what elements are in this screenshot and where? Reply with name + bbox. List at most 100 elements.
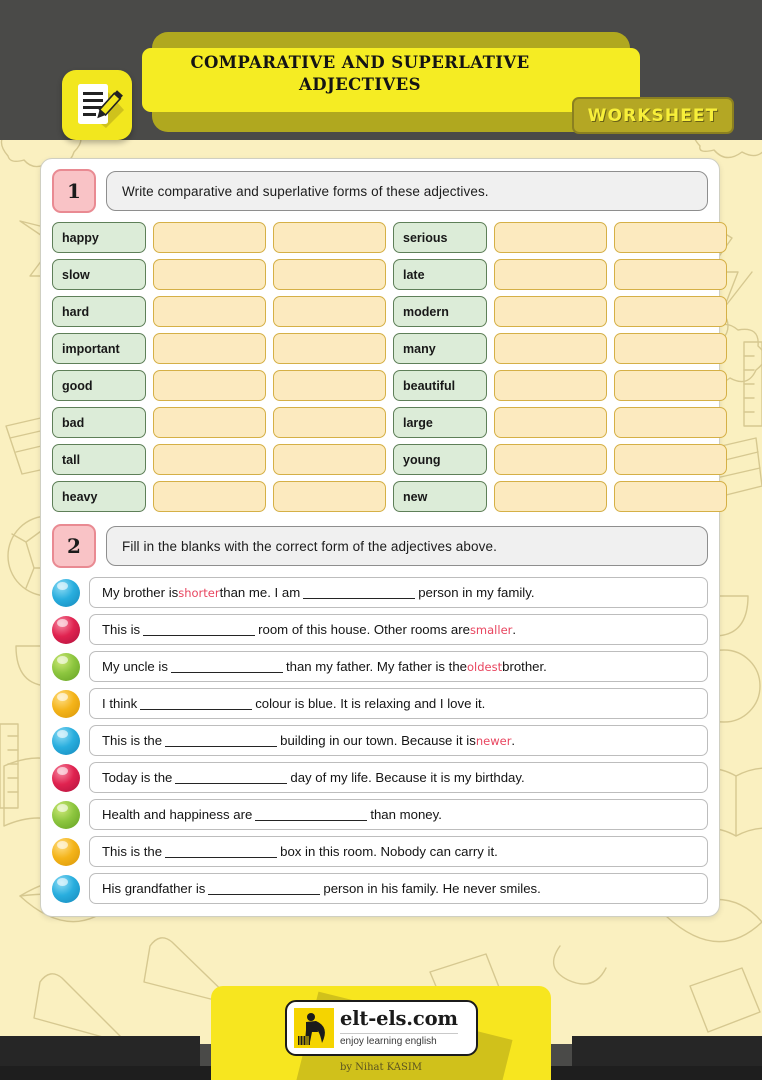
exercise-1-header: 1 Write comparative and superlative form… — [52, 169, 708, 213]
sentence-row: This is the box in this room. Nobody can… — [52, 836, 708, 867]
adjective-cell-base: late — [393, 259, 487, 290]
exercise-2-prompt: Fill in the blanks with the correct form… — [106, 526, 708, 566]
worksheet-badge: WORKSHEET — [572, 97, 734, 134]
sentence-text: Health and happiness are than money. — [89, 799, 708, 830]
adjective-cell-comparative[interactable] — [494, 259, 607, 290]
adjective-cell-base: tall — [52, 444, 146, 475]
adjective-cell-base: new — [393, 481, 487, 512]
sentence-row: His grandfather is person in his family.… — [52, 873, 708, 904]
adjective-cell-comparative[interactable] — [494, 222, 607, 253]
adjective-cell-superlative[interactable] — [273, 407, 386, 438]
exercise-1-prompt: Write comparative and superlative forms … — [106, 171, 708, 211]
sentence-row: This is the building in our town. Becaus… — [52, 725, 708, 756]
highlighted-word: shorter — [178, 585, 220, 600]
answer-blank[interactable] — [175, 771, 288, 784]
page-title: COMPARATIVE AND SUPERLATIVE ADJECTIVES — [190, 53, 530, 95]
sentence-text: This is the box in this room. Nobody can… — [89, 836, 708, 867]
bullet-ball-icon — [52, 652, 80, 681]
logo-text-block: elt-els.com enjoy learning english — [340, 1009, 458, 1047]
adjective-cell-base: serious — [393, 222, 487, 253]
sentence-row: My brother is shorter than me. I am pers… — [52, 577, 708, 608]
sentence-text: His grandfather is person in his family.… — [89, 873, 708, 904]
sentence-list: My brother is shorter than me. I am pers… — [52, 577, 708, 904]
sentence-row: Today is the day of my life. Because it … — [52, 762, 708, 793]
adjective-cell-base: beautiful — [393, 370, 487, 401]
adjective-cell-superlative[interactable] — [614, 370, 727, 401]
worksheet-page: COMPARATIVE AND SUPERLATIVE ADJECTIVES W… — [0, 0, 762, 1080]
adjective-cell-superlative[interactable] — [614, 407, 727, 438]
highlighted-word: smaller — [469, 622, 513, 637]
adjective-cell-comparative[interactable] — [494, 333, 607, 364]
answer-blank[interactable] — [165, 845, 278, 858]
adjective-cell-superlative[interactable] — [273, 481, 386, 512]
adjective-cell-superlative[interactable] — [614, 333, 727, 364]
bullet-ball-icon — [52, 800, 80, 829]
adjective-cell-base: heavy — [52, 481, 146, 512]
exercise-1-number: 1 — [52, 169, 96, 213]
adjective-cell-base: good — [52, 370, 146, 401]
adjective-cell-base: large — [393, 407, 487, 438]
footer-logo-panel: elt-els.com enjoy learning english by Ni… — [211, 986, 551, 1080]
adjective-cell-comparative[interactable] — [153, 370, 266, 401]
adjective-cell-base: young — [393, 444, 487, 475]
adjective-cell-comparative[interactable] — [153, 333, 266, 364]
adjective-cell-comparative[interactable] — [153, 222, 266, 253]
logo-tagline: enjoy learning english — [340, 1032, 458, 1047]
adjective-cell-superlative[interactable] — [273, 444, 386, 475]
sentence-text: Today is the day of my life. Because it … — [89, 762, 708, 793]
answer-blank[interactable] — [170, 660, 283, 673]
adjective-cell-superlative[interactable] — [614, 444, 727, 475]
adjective-cell-comparative[interactable] — [494, 407, 607, 438]
adjective-cell-superlative[interactable] — [273, 333, 386, 364]
site-logo[interactable]: elt-els.com enjoy learning english — [285, 1000, 478, 1056]
answer-blank[interactable] — [255, 808, 368, 821]
sentence-row: I think colour is blue. It is relaxing a… — [52, 688, 708, 719]
adjective-cell-superlative[interactable] — [273, 370, 386, 401]
answer-blank[interactable] — [165, 734, 278, 747]
adjective-cell-comparative[interactable] — [153, 407, 266, 438]
logo-name: elt-els.com — [340, 1007, 458, 1031]
sentence-text: My uncle is than my father. My father is… — [89, 651, 708, 682]
bullet-ball-icon — [52, 615, 80, 644]
bullet-ball-icon — [52, 837, 80, 866]
adjective-cell-superlative[interactable] — [614, 259, 727, 290]
exercise-2-header: 2 Fill in the blanks with the correct fo… — [52, 524, 708, 568]
adjective-cell-superlative[interactable] — [614, 481, 727, 512]
adjective-cell-base: slow — [52, 259, 146, 290]
adjective-cell-base: bad — [52, 407, 146, 438]
adjective-cell-superlative[interactable] — [273, 296, 386, 327]
sentence-text: I think colour is blue. It is relaxing a… — [89, 688, 708, 719]
adjective-cell-comparative[interactable] — [153, 444, 266, 475]
bullet-ball-icon — [52, 689, 80, 718]
highlighted-word: newer — [475, 733, 512, 748]
bullet-ball-icon — [52, 578, 80, 607]
adjective-cell-comparative[interactable] — [494, 296, 607, 327]
worksheet-header: COMPARATIVE AND SUPERLATIVE ADJECTIVES W… — [0, 24, 762, 140]
answer-blank[interactable] — [208, 882, 321, 895]
adjective-cell-base: many — [393, 333, 487, 364]
adjective-cell-comparative[interactable] — [153, 296, 266, 327]
adjective-cell-superlative[interactable] — [614, 222, 727, 253]
answer-blank[interactable] — [143, 623, 256, 636]
adjective-cell-comparative[interactable] — [494, 481, 607, 512]
highlighted-word: oldest — [467, 659, 503, 674]
adjective-cell-base: modern — [393, 296, 487, 327]
adjective-cell-base: hard — [52, 296, 146, 327]
adjective-cell-comparative[interactable] — [494, 370, 607, 401]
answer-blank[interactable] — [303, 586, 416, 599]
adjective-cell-base: important — [52, 333, 146, 364]
bullet-ball-icon — [52, 726, 80, 755]
adjective-cell-comparative[interactable] — [153, 259, 266, 290]
adjective-cell-comparative[interactable] — [153, 481, 266, 512]
adjective-cell-superlative[interactable] — [614, 296, 727, 327]
adjective-cell-superlative[interactable] — [273, 259, 386, 290]
adjectives-grid: happy serious slow late hard modern important m… — [52, 222, 727, 512]
content-sheet: 1 Write comparative and superlative form… — [40, 158, 727, 917]
exercise-2-number: 2 — [52, 524, 96, 568]
adjective-cell-comparative[interactable] — [494, 444, 607, 475]
answer-blank[interactable] — [140, 697, 253, 710]
sentence-text: This is the building in our town. Becaus… — [89, 725, 708, 756]
adjective-cell-superlative[interactable] — [273, 222, 386, 253]
footer-byline: by Nihat KASIM — [339, 1062, 423, 1073]
sentence-text: This is room of this house. Other rooms … — [89, 614, 708, 645]
